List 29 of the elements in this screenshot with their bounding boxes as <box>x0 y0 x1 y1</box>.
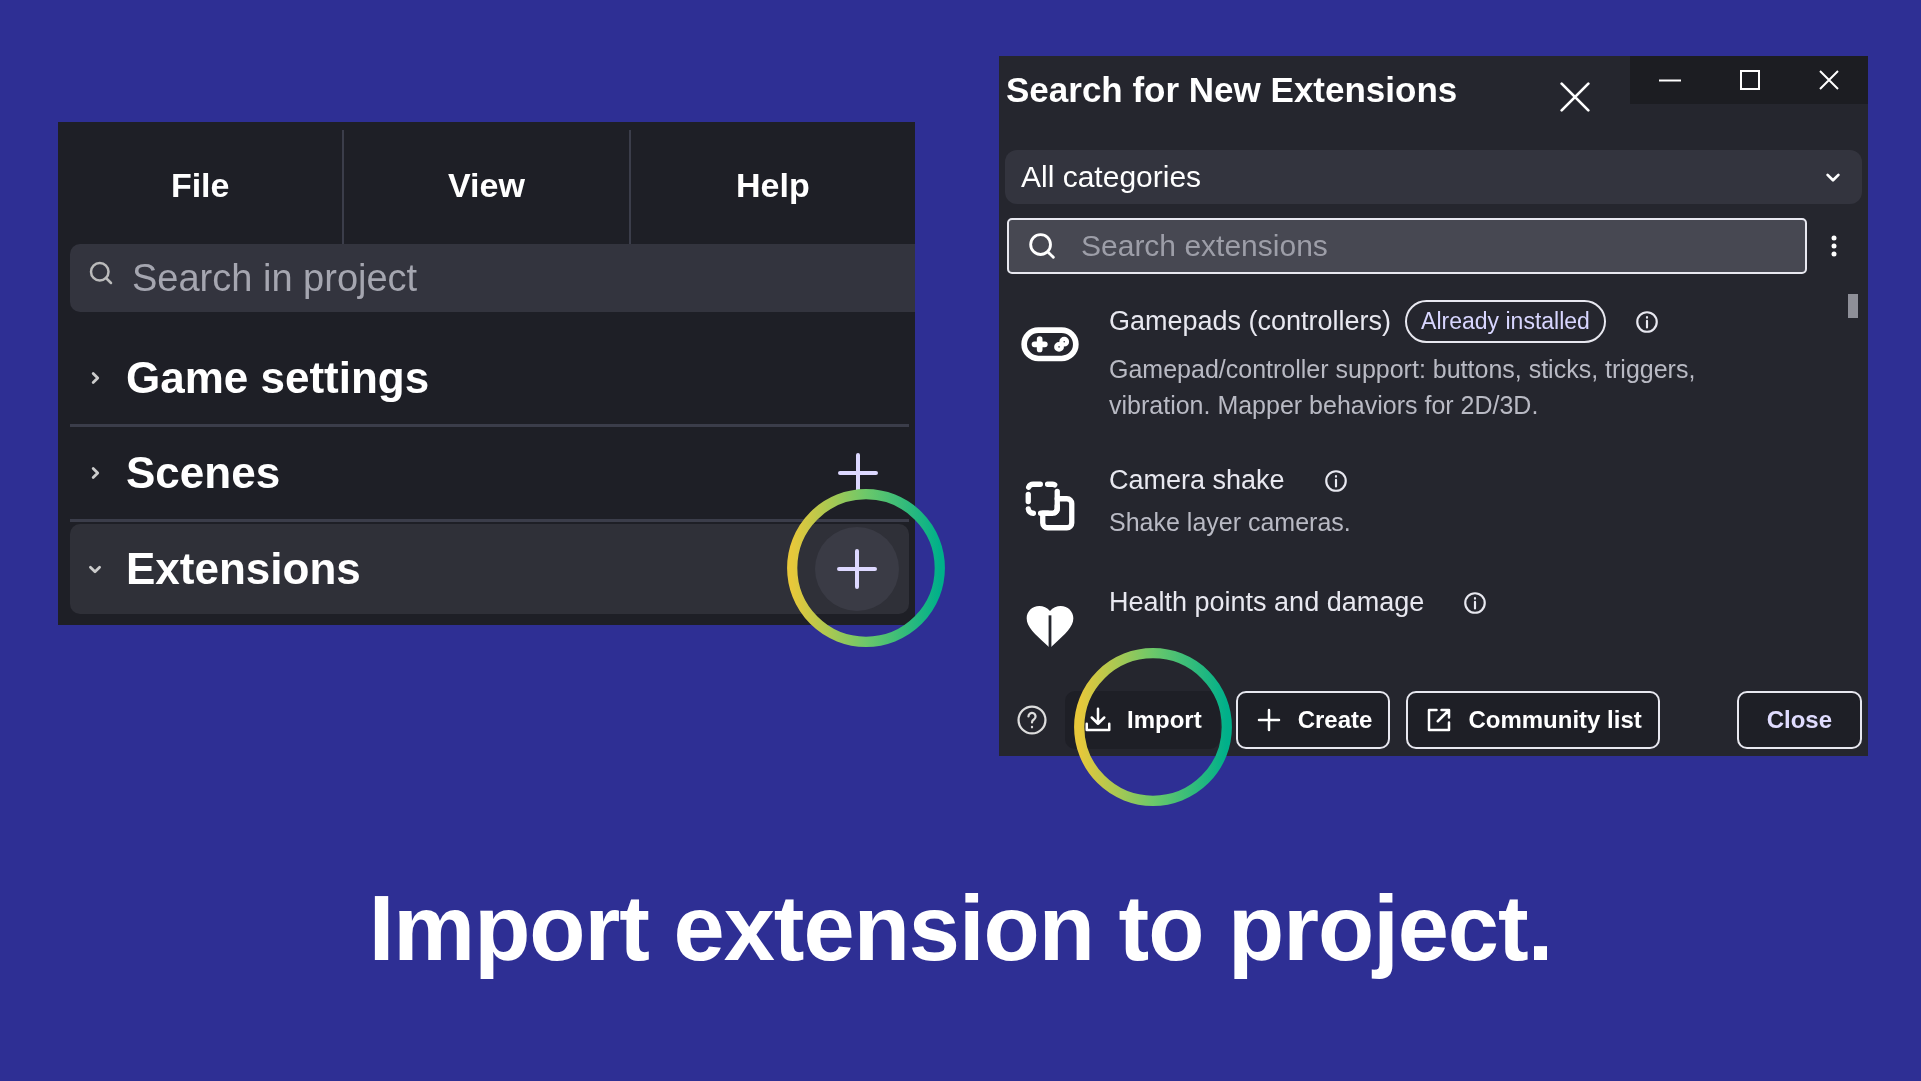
extension-name[interactable]: Camera shake <box>1109 465 1285 496</box>
section-row[interactable]: Extensions <box>70 524 909 614</box>
extension-description: Gamepad/controller support: buttons, sticks, triggers, vibration. Mapper behaviors for 2D/3D. <box>1109 354 1697 421</box>
extension-description: Shake layer cameras. <box>1109 507 1352 538</box>
maximize-icon[interactable] <box>1740 70 1760 90</box>
extension-name[interactable]: Health points and damage <box>1109 587 1425 618</box>
menu-item[interactable]: File <box>58 129 343 245</box>
close-icon[interactable] <box>1818 70 1839 90</box>
minimize-icon[interactable] <box>1659 78 1682 82</box>
extension-name[interactable]: Gamepads (controllers) <box>1109 306 1392 337</box>
info-icon <box>1462 589 1489 616</box>
section-title[interactable]: Extensions <box>126 544 795 594</box>
category-dropdown[interactable]: All categories <box>1005 150 1862 204</box>
installed-badge: Already installed <box>1405 300 1606 343</box>
info-icon <box>1322 467 1349 494</box>
more-icon[interactable] <box>1831 235 1837 257</box>
close-icon[interactable] <box>1560 82 1590 112</box>
section-title[interactable]: Scenes <box>126 448 813 498</box>
help-icon <box>1015 703 1049 737</box>
dialog-title: Search for New Extensions <box>1005 69 1458 110</box>
search-field[interactable]: Search extensions <box>1007 218 1807 274</box>
create-button[interactable]: Create <box>1235 691 1391 749</box>
search-field[interactable]: Search in project <box>70 244 915 312</box>
info-icon <box>1633 308 1660 335</box>
external-button[interactable]: Community list <box>1406 691 1660 749</box>
dialog-close-button[interactable]: Close <box>1736 691 1862 749</box>
caption: Import extension to project. <box>367 876 1554 981</box>
section-title[interactable]: Game settings <box>126 353 899 403</box>
import-button[interactable]: Import <box>1065 691 1220 749</box>
